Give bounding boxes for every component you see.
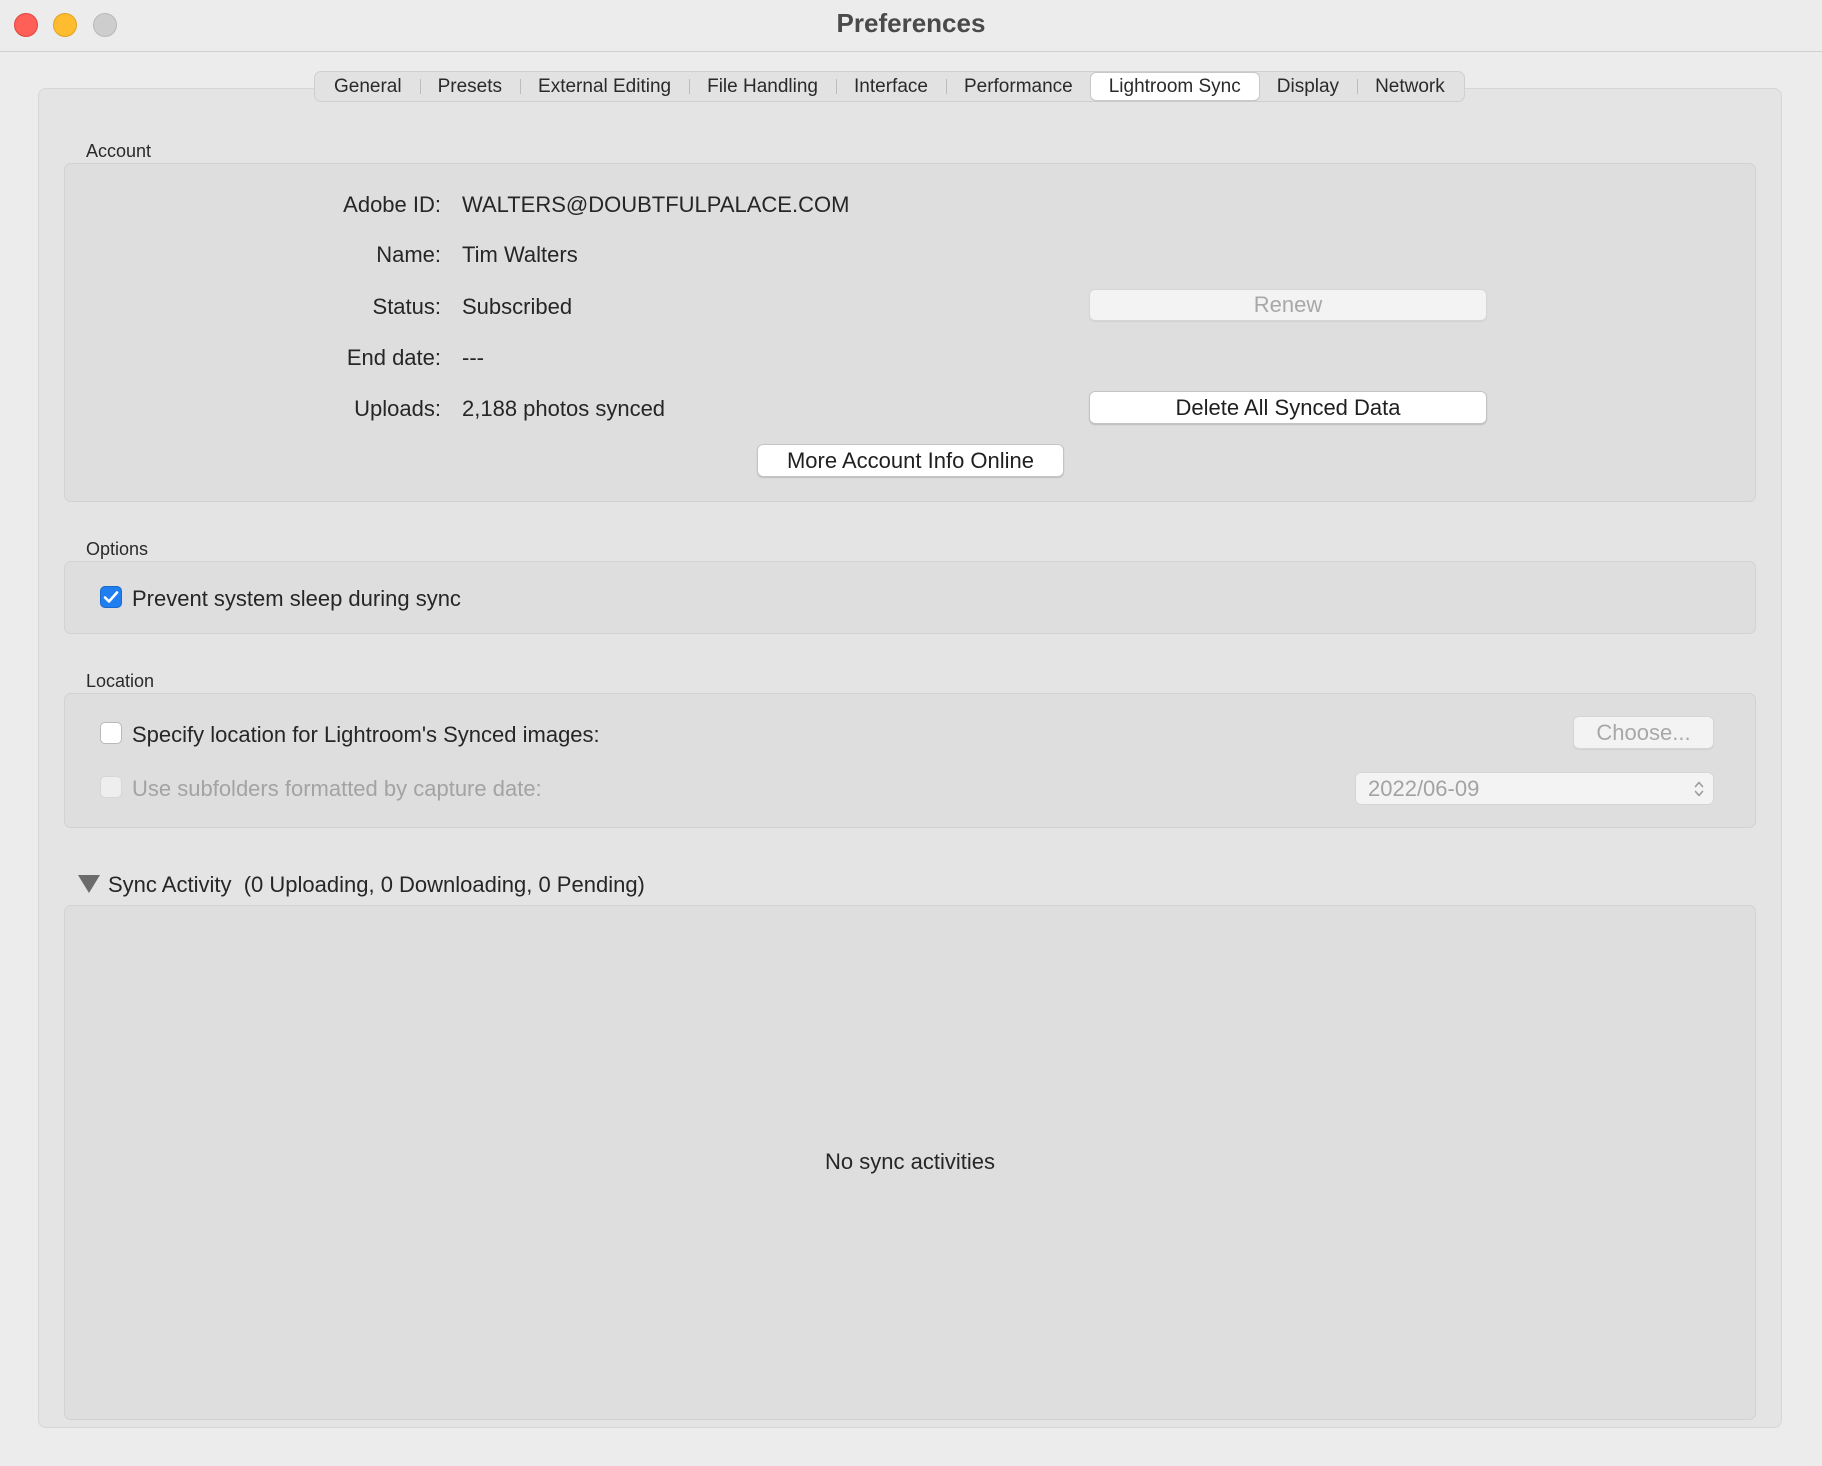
title-bar: Preferences	[0, 0, 1822, 52]
tab-external-editing[interactable]: External Editing	[520, 73, 689, 100]
uploads-label: Uploads:	[354, 396, 441, 421]
name-label: Name:	[376, 242, 441, 267]
end-date-value: ---	[462, 345, 484, 370]
adobe-id-label: Adobe ID:	[343, 192, 441, 217]
prevent-sleep-checkbox[interactable]	[100, 586, 122, 608]
end-date-label: End date:	[346, 345, 441, 370]
date-format-select[interactable]: 2022/06-09	[1355, 772, 1714, 805]
checkmark-icon	[103, 591, 119, 603]
more-account-info-button[interactable]: More Account Info Online	[757, 444, 1064, 477]
location-section-label: Location	[86, 671, 155, 691]
tab-performance[interactable]: Performance	[945, 73, 1091, 100]
renew-button[interactable]: Renew	[1089, 289, 1487, 321]
subfolders-checkbox[interactable]	[100, 776, 122, 798]
specify-location-checkbox[interactable]	[100, 722, 122, 744]
status-label: Status:	[372, 294, 441, 319]
location-group-box	[64, 693, 1756, 828]
up-down-chevron-icon	[1694, 781, 1704, 797]
prevent-sleep-label[interactable]: Prevent system sleep during sync	[132, 586, 461, 612]
date-format-value: 2022/06-09	[1368, 775, 1480, 801]
specify-location-label[interactable]: Specify location for Lightroom's Synced …	[132, 722, 600, 748]
sync-activity-list: No sync activities	[64, 905, 1756, 1420]
status-value: Subscribed	[462, 294, 573, 319]
uploads-value: 2,188 photos synced	[462, 396, 666, 421]
tab-network[interactable]: Network	[1357, 73, 1463, 100]
delete-all-synced-data-button[interactable]: Delete All Synced Data	[1089, 391, 1487, 424]
sync-activity-summary: (0 Uploading, 0 Downloading, 0 Pending)	[243, 872, 645, 897]
name-value: Tim Walters	[462, 242, 578, 267]
tab-presets[interactable]: Presets	[419, 73, 520, 100]
tab-file-handling[interactable]: File Handling	[689, 73, 836, 100]
preferences-window: Preferences General Presets External Edi…	[0, 0, 1822, 1466]
adobe-id-value: WALTERS@DOUBTFULPALACE.COM	[462, 192, 850, 217]
tab-interface[interactable]: Interface	[836, 73, 946, 100]
sync-activity-title: Sync Activity	[108, 872, 232, 897]
tab-general[interactable]: General	[316, 73, 420, 100]
no-sync-activities-message: No sync activities	[825, 1149, 995, 1174]
tab-lightroom-sync[interactable]: Lightroom Sync	[1090, 73, 1259, 100]
tab-display[interactable]: Display	[1259, 73, 1357, 100]
options-section-label: Options	[86, 539, 149, 559]
window-title: Preferences	[836, 8, 986, 38]
preferences-tab-bar: General Presets External Editing File Ha…	[314, 71, 1465, 102]
subfolders-label[interactable]: Use subfolders formatted by capture date…	[132, 776, 542, 802]
sync-activity-header: Sync Activity (0 Uploading, 0 Downloadin…	[108, 872, 645, 898]
choose-location-button[interactable]: Choose...	[1573, 716, 1714, 749]
disclosure-triangle-icon[interactable]	[77, 874, 101, 894]
account-section-label: Account	[86, 141, 152, 161]
